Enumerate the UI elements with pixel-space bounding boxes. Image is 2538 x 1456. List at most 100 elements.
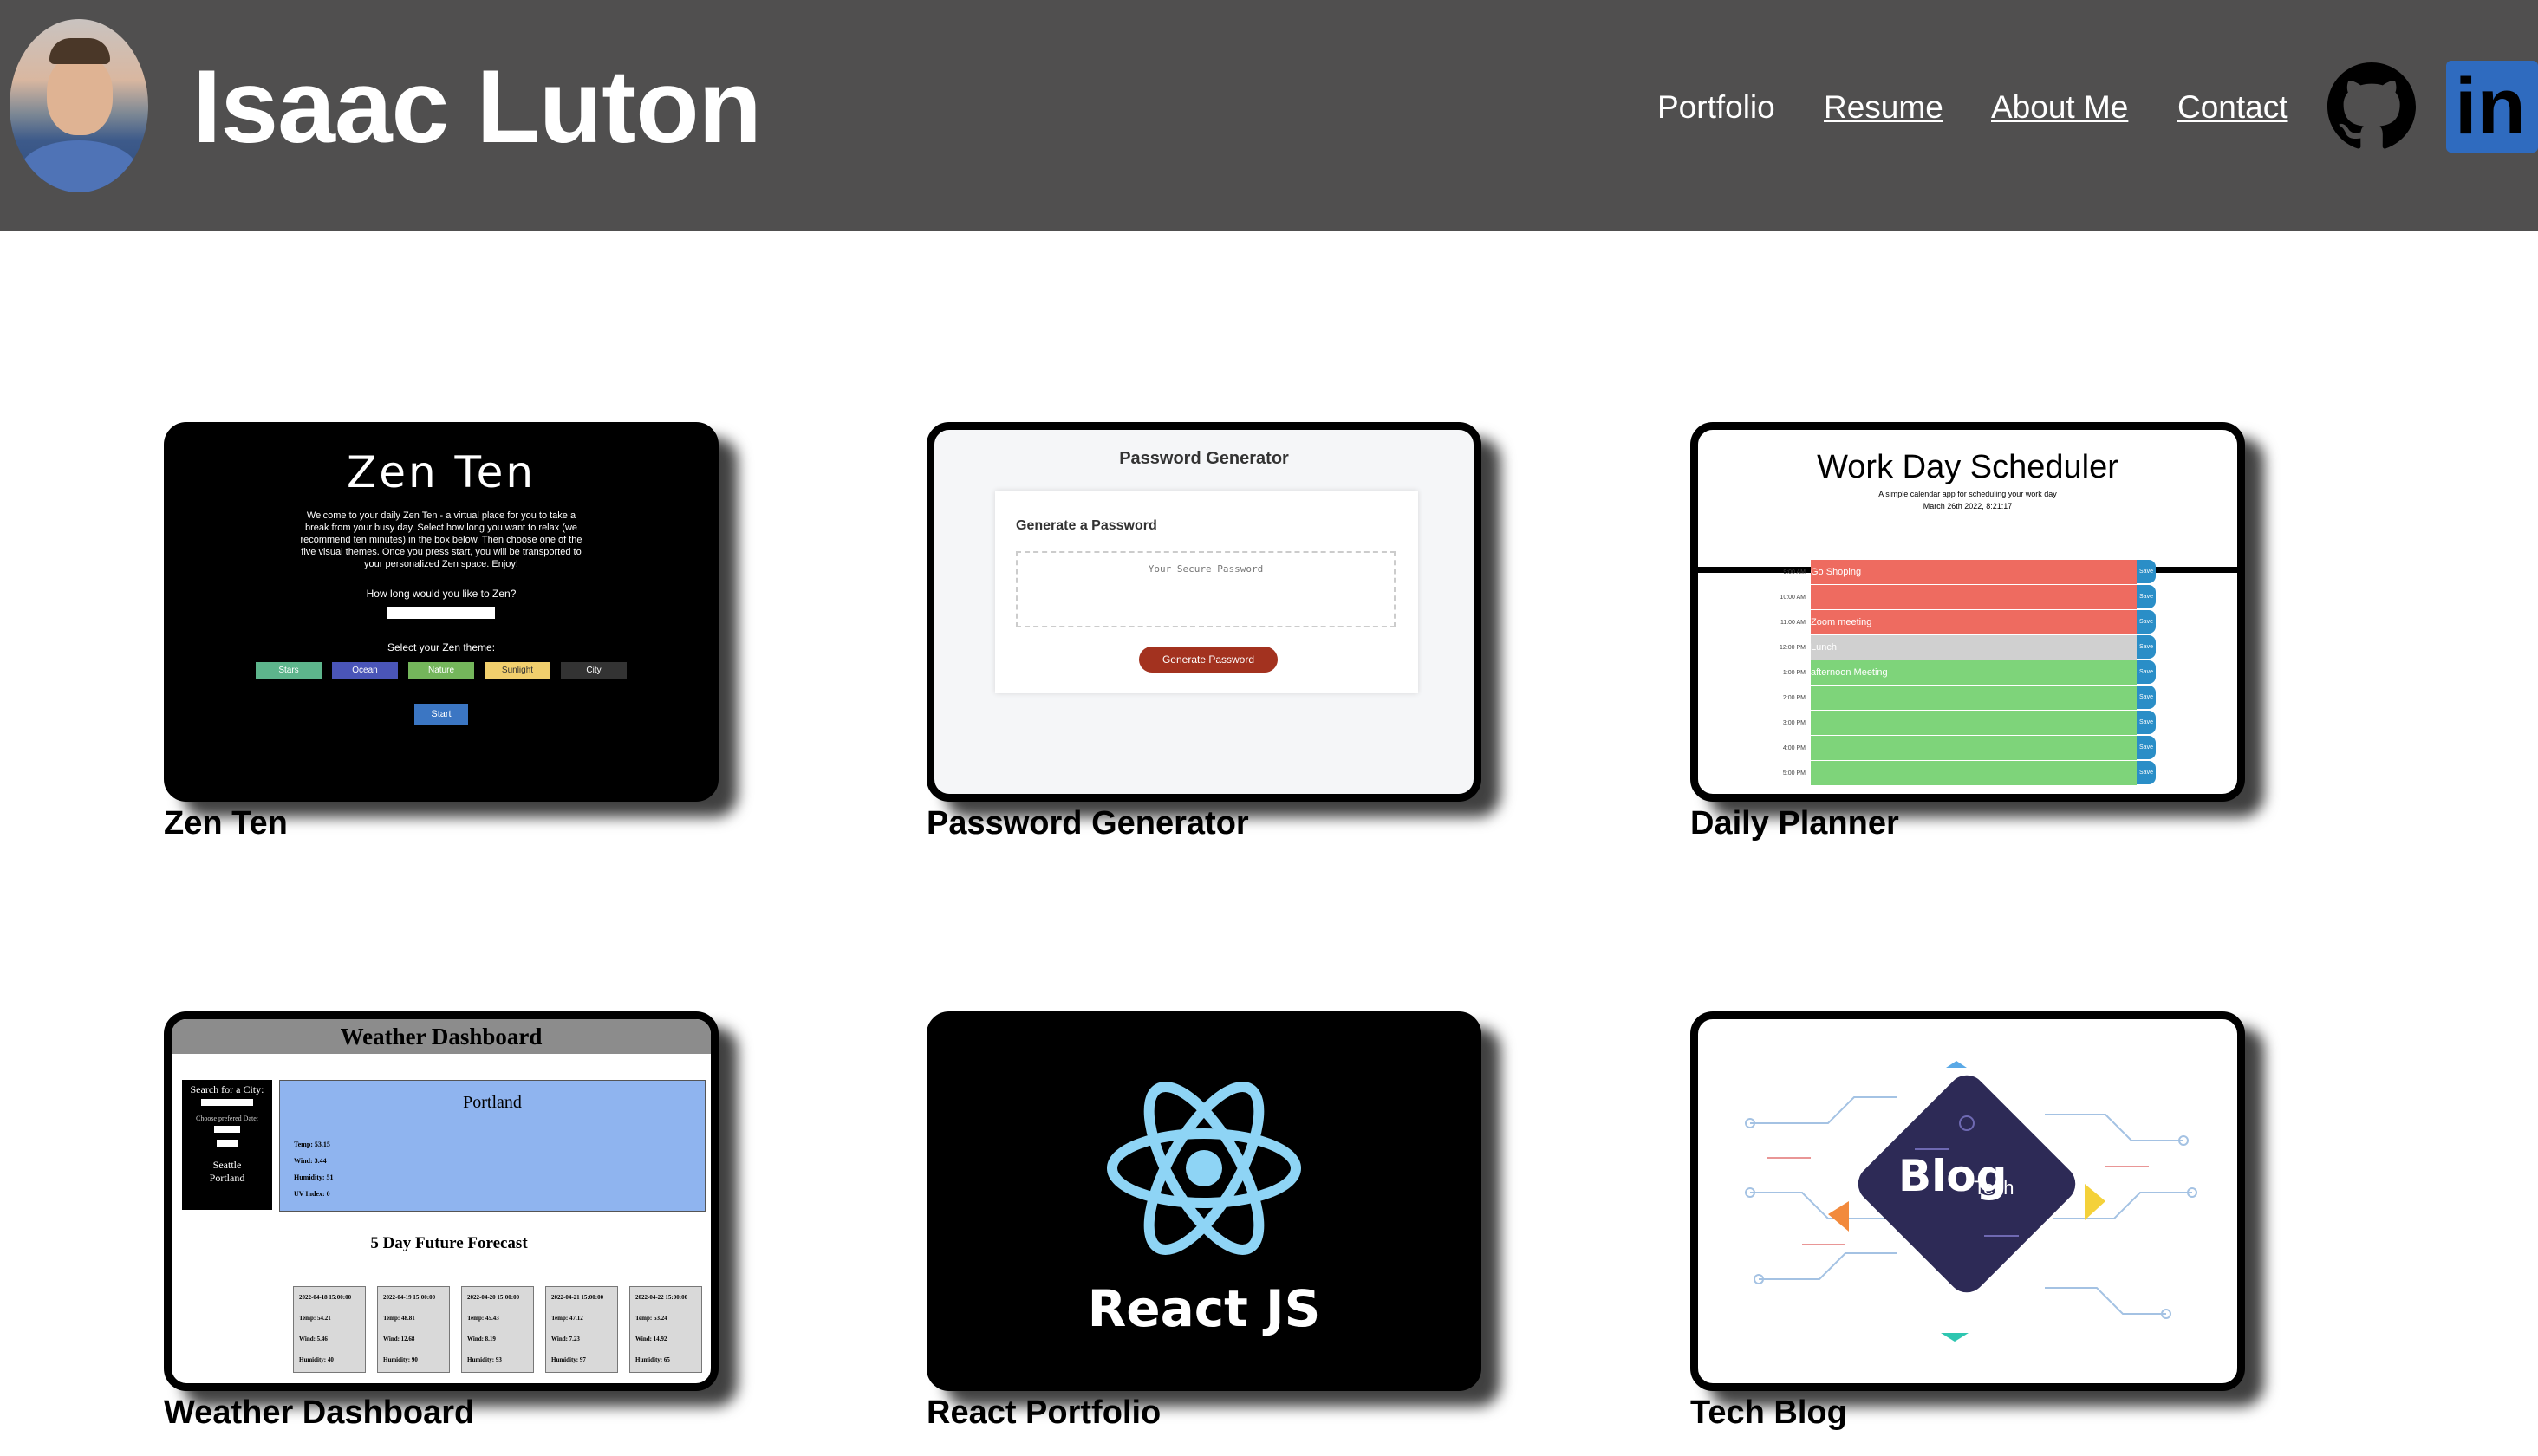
preview-title: Password Generator [1119, 449, 1289, 468]
planner-time: 11:00 AM [1780, 620, 1806, 626]
nav-about-me[interactable]: About Me [1991, 87, 2128, 128]
project-label-weather-dashboard[interactable]: Weather Dashboard [164, 1394, 474, 1432]
project-label-react-portfolio[interactable]: React Portfolio [927, 1394, 1161, 1432]
tech-blog-illustration [1745, 1061, 2197, 1342]
planner-time: 1:00 PM [1782, 670, 1806, 676]
forecast-date: 2022-04-22 15:00:00 [635, 1294, 688, 1301]
preview-title: React JS [1087, 1279, 1321, 1338]
planner-row: 11:00 AM Zoom meeting Save [1764, 610, 2156, 635]
preview-title: Zen Ten [346, 447, 537, 497]
planner-row: 9:00 AM Go Shoping Save [1764, 560, 2156, 585]
preview-description: Welcome to your daily Zen Ten - a virtua… [300, 510, 582, 569]
forecast-card: 2022-04-20 15:00:00 Temp: 45.43 Wind: 8.19… [461, 1286, 534, 1373]
forecast-wind: Wind: 7.23 [551, 1336, 580, 1342]
planner-event [1811, 761, 2137, 786]
planner-row: 4:00 PM Save [1764, 736, 2156, 761]
preview-question: How long would you like to Zen? [366, 588, 517, 600]
forecast-date: 2022-04-18 15:00:00 [299, 1294, 352, 1301]
project-card-tech-blog[interactable]: Tech Blog [1690, 1011, 2245, 1391]
preview-card-title: Generate a Password [1016, 518, 1157, 533]
preview-stat: Humidity: 51 [294, 1173, 334, 1181]
forecast-temp: Temp: 45.43 [467, 1315, 499, 1322]
planner-row: 10:00 AM Save [1764, 585, 2156, 610]
theme-chip-stars: Stars [256, 662, 322, 679]
project-card-zen-ten[interactable]: Zen Ten Welcome to your daily Zen Ten - … [164, 422, 719, 802]
planner-rows: 9:00 AM Go Shoping Save 10:00 AM Save 11:00 A… [1764, 560, 2156, 786]
forecast-humidity: Humidity: 90 [383, 1356, 418, 1363]
theme-chip-city: City [561, 662, 627, 679]
avatar [10, 19, 148, 192]
preview-search-panel: Search for a City: Choose prefered Date:… [182, 1080, 272, 1210]
planner-save-button: Save [2137, 585, 2156, 608]
preview-stat: Wind: 3.44 [294, 1157, 327, 1165]
forecast-card: 2022-04-22 15:00:00 Temp: 53.24 Wind: 14.9… [629, 1286, 702, 1373]
planner-row: 12:00 PM Lunch Save [1764, 635, 2156, 660]
preview-city: Portland [463, 1093, 522, 1112]
forecast-humidity: Humidity: 40 [299, 1356, 334, 1363]
planner-save-button: Save [2137, 686, 2156, 709]
site-title: Isaac Luton [192, 49, 762, 165]
forecast-humidity: Humidity: 97 [551, 1356, 586, 1363]
preview-subtitle: A simple calendar app for scheduling you… [1878, 490, 2057, 498]
forecast-date: 2022-04-20 15:00:00 [467, 1294, 520, 1301]
react-logo-icon [1107, 1082, 1301, 1255]
planner-save-button: Save [2137, 560, 2156, 583]
forecast-card: 2022-04-21 15:00:00 Temp: 47.12 Wind: 7.23… [545, 1286, 618, 1373]
preview-search-input [201, 1099, 253, 1106]
github-icon[interactable] [2327, 62, 2416, 151]
planner-row: 3:00 PM Save [1764, 711, 2156, 736]
planner-time: 4:00 PM [1782, 745, 1806, 751]
theme-chip-nature: Nature [408, 662, 474, 679]
planner-save-button: Save [2137, 660, 2156, 684]
forecast-card: 2022-04-19 15:00:00 Temp: 48.81 Wind: 12.6… [377, 1286, 450, 1373]
forecast-temp: Temp: 54.21 [299, 1315, 331, 1322]
theme-chip-ocean: Ocean [332, 662, 398, 679]
preview-select-label: Select your Zen theme: [387, 641, 496, 653]
planner-save-button: Save [2137, 761, 2156, 784]
preview-date-label: Choose prefered Date: [196, 1115, 258, 1122]
preview-stat: Temp: 53.15 [294, 1141, 330, 1148]
planner-save-button: Save [2137, 610, 2156, 634]
preview-input [387, 607, 495, 619]
planner-row: 1:00 PM afternoon Meeting Save [1764, 660, 2156, 686]
preview-header: Work Day Scheduler A simple calendar app… [1698, 449, 2237, 573]
planner-event: Zoom meeting [1811, 610, 2137, 635]
planner-time: 3:00 PM [1782, 720, 1806, 726]
preview-search-label: Search for a City: [190, 1083, 264, 1095]
preview-title: Blog [1898, 1151, 2008, 1201]
planner-event [1811, 736, 2137, 761]
planner-time: 2:00 PM [1782, 695, 1806, 701]
forecast-temp: Temp: 53.24 [635, 1315, 667, 1322]
project-card-weather-dashboard[interactable]: Weather Dashboard Search for a City: Cho… [164, 1011, 719, 1391]
nav-portfolio[interactable]: Portfolio [1657, 87, 1775, 128]
project-card-daily-planner[interactable]: Work Day Scheduler A simple calendar app… [1690, 422, 2245, 802]
project-card-password-generator[interactable]: Password Generator Generate a Password Y… [927, 422, 1481, 802]
planner-save-button: Save [2137, 635, 2156, 659]
preview-stat: UV Index: 0 [294, 1190, 330, 1198]
planner-time: 10:00 AM [1780, 595, 1806, 601]
planner-save-button: Save [2137, 711, 2156, 734]
nav-contact[interactable]: Contact [2177, 87, 2288, 128]
planner-save-button: Save [2137, 736, 2156, 759]
preview-card: Generate a Password Your Secure Password… [995, 491, 1418, 693]
planner-event: afternoon Meeting [1811, 660, 2137, 686]
preview-history-item: Seattle [212, 1159, 242, 1171]
preview-history-item: Portland [209, 1172, 245, 1184]
nav-resume[interactable]: Resume [1824, 87, 1943, 128]
project-label-zen-ten[interactable]: Zen Ten [164, 804, 288, 842]
linkedin-icon[interactable]: in [2446, 61, 2538, 153]
forecast-temp: Temp: 48.81 [383, 1315, 415, 1322]
forecast-date: 2022-04-19 15:00:00 [383, 1294, 436, 1301]
planner-time: 9:00 AM [1783, 569, 1806, 575]
project-label-tech-blog[interactable]: Tech Blog [1690, 1394, 1847, 1432]
project-label-password-generator[interactable]: Password Generator [927, 804, 1249, 842]
planner-event [1811, 711, 2137, 736]
forecast-wind: Wind: 12.68 [383, 1336, 415, 1342]
forecast-humidity: Humidity: 65 [635, 1356, 670, 1363]
project-card-react-portfolio[interactable]: React JS [927, 1011, 1481, 1391]
project-label-daily-planner[interactable]: Daily Planner [1690, 804, 1899, 842]
forecast-wind: Wind: 5.46 [299, 1336, 328, 1342]
planner-event: Go Shoping [1811, 560, 2137, 585]
forecast-wind: Wind: 14.92 [635, 1336, 667, 1342]
site-header: Isaac Luton Portfolio Resume About Me Co… [0, 0, 2538, 231]
